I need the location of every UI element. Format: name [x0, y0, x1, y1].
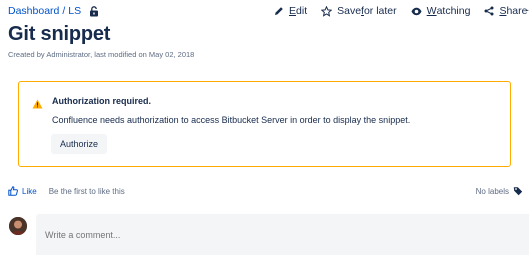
share-icon — [484, 6, 494, 16]
page-title: Git snippet — [8, 23, 111, 45]
thumbs-up-icon — [8, 186, 18, 196]
labels-area: No labels — [476, 186, 523, 196]
page-actions: Edit Save f or later Watching Share — [274, 5, 529, 17]
edit-button[interactable]: Edit — [274, 5, 307, 17]
tag-icon[interactable] — [513, 186, 523, 196]
like-button[interactable]: Like — [8, 186, 37, 196]
save-for-later-button[interactable]: Save f or later — [321, 5, 397, 17]
eye-icon — [411, 7, 422, 15]
authorize-button[interactable]: Authorize — [51, 134, 108, 154]
share-label-rest: hare — [506, 5, 528, 17]
share-label-accesskey: S — [499, 5, 507, 17]
breadcrumb-space-ls[interactable]: LS — [68, 5, 81, 17]
top-bar: Dashboard / LS Edit Save f or later W at… — [8, 4, 529, 21]
lock-icon[interactable] — [89, 5, 99, 17]
pencil-icon — [275, 7, 283, 15]
warning-message: Confluence needs authorization to access… — [52, 115, 411, 125]
breadcrumb: Dashboard / LS — [8, 5, 99, 17]
star-icon — [321, 5, 333, 17]
labels-text: No labels — [475, 186, 509, 196]
share-button[interactable]: Share — [484, 5, 527, 17]
like-label: Like — [22, 186, 37, 196]
breadcrumb-separator: / — [62, 5, 66, 17]
warning-title: Authorization required. — [52, 96, 151, 106]
watching-label-accesskey: W — [426, 5, 437, 17]
edit-label-accesskey: E — [289, 5, 297, 17]
save-label-prefix: Save — [337, 5, 362, 17]
like-row: Like Be the first to like this — [8, 186, 125, 196]
comment-input[interactable] — [36, 214, 529, 255]
page-byline: Created by Administrator, last modified … — [8, 50, 195, 59]
watching-button[interactable]: Watching — [411, 5, 471, 17]
breadcrumb-dashboard[interactable]: Dashboard — [8, 5, 59, 17]
like-hint: Be the first to like this — [48, 186, 125, 196]
authorization-warning: Authorization required. Confluence needs… — [18, 81, 511, 167]
warning-icon — [32, 96, 43, 114]
user-avatar — [9, 217, 27, 235]
watching-label-rest: atching — [436, 5, 471, 17]
save-label-rest: or later — [363, 5, 397, 17]
edit-label-rest: dit — [296, 5, 308, 17]
